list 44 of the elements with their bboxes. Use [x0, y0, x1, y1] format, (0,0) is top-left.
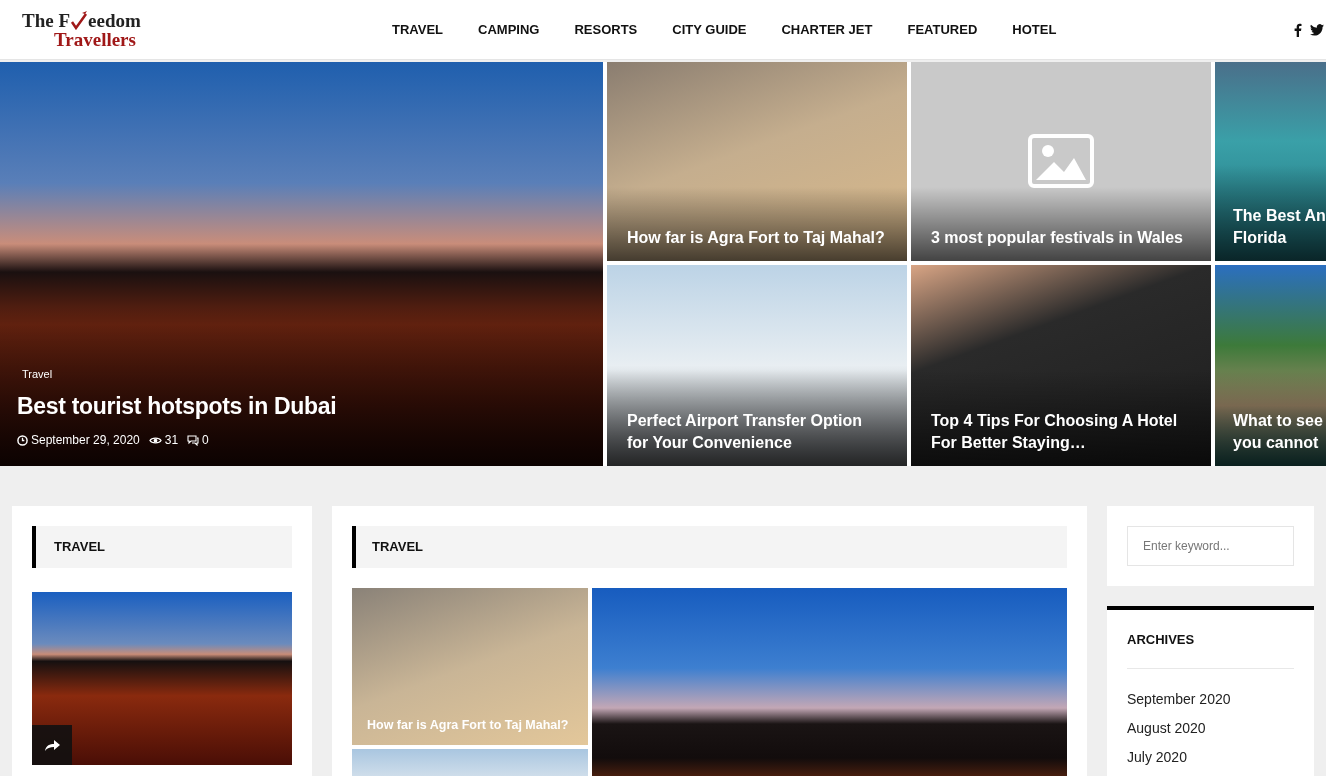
nav-link[interactable]: CAMPING [478, 19, 540, 40]
archive-link[interactable]: July 2020 [1127, 746, 1294, 767]
photo-placeholder[interactable] [592, 588, 1067, 776]
section-heading: TRAVEL [352, 526, 1067, 568]
logo-text: eedom [88, 11, 141, 30]
post-date: September 29, 2020 [31, 432, 140, 449]
category-label[interactable]: Travel [22, 366, 586, 383]
post-title[interactable]: Perfect Airport Transfer Option for Your Convenience [607, 370, 907, 466]
nav-link[interactable]: CHARTER JET [781, 19, 873, 40]
widget-heading: ARCHIVES [1127, 610, 1294, 669]
share-arrow-icon [44, 738, 60, 752]
twitter-bird-icon[interactable] [1310, 23, 1324, 36]
logo-text: The F [22, 11, 71, 30]
eye-icon [148, 435, 162, 445]
logo-text: Travellers [53, 30, 137, 49]
post-tile[interactable]: How far is Agra Fort to Taj Mahal? [607, 62, 907, 261]
post-tile[interactable]: What to see you cannot [1215, 265, 1326, 466]
view-count: 31 [164, 432, 179, 449]
post-title[interactable]: How far is Agra Fort to Taj Mahal? [607, 187, 907, 261]
archive-link[interactable]: August 2020 [1127, 717, 1294, 738]
nav-link[interactable]: FEATURED [907, 19, 978, 40]
nav-link[interactable]: TRAVEL [392, 19, 444, 40]
post-title[interactable]: Best tourist hotspots in Dubai [17, 388, 586, 423]
image-placeholder-icon [1028, 134, 1094, 188]
post-tile[interactable]: Top 4 Tips For Choosing A Hotel For Better Staying… [911, 265, 1211, 466]
featured-photo[interactable]: Travel Best tourist hotspots in Dubai September 29, 2020 31 0 [0, 62, 603, 466]
nav-link[interactable]: RESORTS [574, 19, 638, 40]
post-tile[interactable]: 3 most popular festivals in Wales [911, 62, 1211, 261]
post-title[interactable]: 3 most popular festivals in Wales [911, 187, 1211, 261]
share-button[interactable] [32, 725, 72, 765]
section-heading: TRAVEL [32, 526, 292, 568]
plane-swoosh-icon [70, 10, 89, 30]
archive-link[interactable]: September 2020 [1127, 688, 1294, 709]
nav-link[interactable]: CITY GUIDE [672, 19, 747, 40]
search-field[interactable]: Enter keyword... [1127, 526, 1294, 566]
facebook-icon[interactable] [1294, 22, 1302, 37]
photo-placeholder[interactable] [32, 592, 292, 765]
nav-link[interactable]: HOTEL [1012, 19, 1057, 40]
clock-icon [17, 434, 28, 446]
comment-icon [187, 434, 200, 446]
post-title[interactable]: The Best An Florida [1215, 165, 1326, 261]
post-tile[interactable]: Perfect Airport Transfer Option for Your Convenience [607, 265, 907, 466]
post-tile[interactable]: The Best An Florida [1215, 62, 1326, 261]
comment-count: 0 [202, 432, 209, 449]
